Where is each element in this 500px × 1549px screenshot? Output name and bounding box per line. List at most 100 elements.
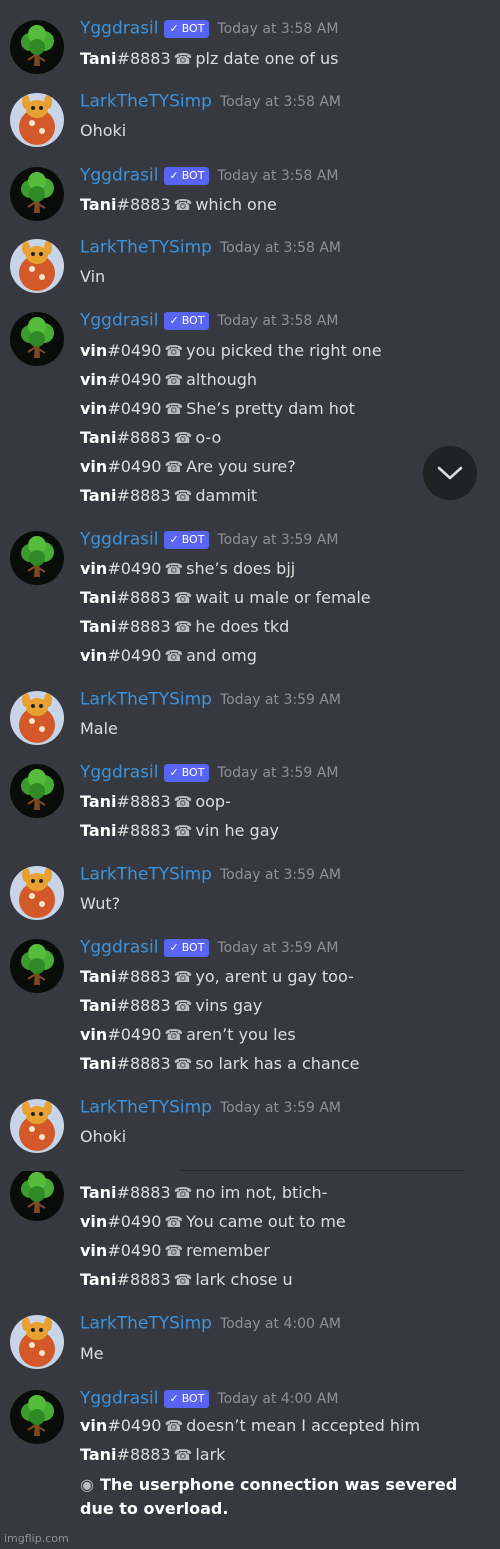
avatar-yggdrasil[interactable] [10,167,64,221]
relayed-username: Tani [80,1054,117,1073]
relayed-username: Tani [80,1183,117,1202]
avatar-yggdrasil[interactable] [10,1390,64,1444]
timestamp: Today at 3:58 AM [217,312,339,329]
message-header: Yggdrasil ✓ BOT Today at 3:59 AM [80,529,338,553]
relayed-discriminator: #8883 [116,617,171,636]
relayed-username: Tani [80,617,117,636]
relayed-discriminator: #0490 [107,1212,162,1231]
username[interactable]: LarkTheTYSimp [80,1314,212,1334]
phone-icon: ☎ [164,560,184,578]
phone-icon: ☎ [164,1213,184,1231]
phone-icon: ☎ [173,822,193,840]
avatar-yggdrasil[interactable] [10,312,64,366]
relayed-username: vin [80,646,108,665]
bot-badge: ✓ BOT [164,530,210,549]
timestamp: Today at 3:58 AM [219,93,341,110]
avatar-yggdrasil[interactable] [10,20,64,74]
phone-icon: ☎ [164,371,184,389]
username[interactable]: Yggdrasil [80,19,158,39]
relayed-text: Are you sure? [186,457,296,476]
relayed-text: lark chose u [195,1270,293,1289]
relayed-discriminator: #8883 [116,1054,171,1073]
relayed-discriminator: #8883 [116,1183,171,1202]
avatar-lark[interactable] [10,93,64,147]
username[interactable]: LarkTheTYSimp [80,865,212,885]
message-header: Yggdrasil ✓ BOT Today at 3:59 AM [80,762,338,786]
phone-icon: ☎ [164,458,184,476]
bot-badge: ✓ BOT [164,19,210,38]
message-header: Yggdrasil ✓ BOT Today at 4:00 AM [80,1388,338,1412]
relayed-username: Tani [80,821,117,840]
phone-icon: ☎ [164,400,184,418]
relayed-discriminator: #0490 [107,1025,162,1044]
phone-icon: ☎ [164,1417,184,1435]
verified-check-icon: ✓ [169,168,179,182]
relayed-message: vin#0490 ☎ aren’t you les [80,1024,296,1046]
username[interactable]: Yggdrasil [80,938,158,958]
message-text: Male [80,719,118,738]
timestamp: Today at 3:59 AM [219,866,341,883]
relayed-discriminator: #0490 [107,646,162,665]
relayed-username: vin [80,1212,108,1231]
avatar-yggdrasil[interactable] [10,939,64,993]
username[interactable]: LarkTheTYSimp [80,92,212,112]
system-message: ◉ The userphone connection was severed du… [80,1473,480,1521]
relayed-text: wait u male or female [195,588,371,607]
relayed-message: vin#0490 ☎ remember [80,1240,270,1262]
timestamp: Today at 3:58 AM [217,167,339,184]
avatar-lark[interactable] [10,691,64,745]
avatar-yggdrasil[interactable] [10,531,64,585]
message-header: LarkTheTYSimp Today at 3:58 AM [80,91,341,115]
relayed-username: Tani [80,486,117,505]
relayed-message: Tani#8883 ☎ lark chose u [80,1269,293,1291]
username[interactable]: Yggdrasil [80,311,158,331]
jump-to-present-button[interactable] [423,446,477,500]
username[interactable]: LarkTheTYSimp [80,1098,212,1118]
relayed-message: Tani#8883 ☎ plz date one of us [80,48,338,70]
bot-badge: ✓ BOT [164,166,210,185]
timestamp: Today at 3:59 AM [219,1099,341,1116]
bot-badge: ✓ BOT [164,1389,210,1408]
message-text: Ohoki [80,121,127,140]
relayed-message: Tani#8883 ☎ no im not, btich- [80,1182,327,1204]
relayed-message: Tani#8883 ☎ he does tkd [80,616,289,638]
relayed-text: doesn’t mean I accepted him [186,1416,421,1435]
relayed-discriminator: #8883 [116,1270,171,1289]
message-header: LarkTheTYSimp Today at 3:59 AM [80,864,341,888]
relayed-username: Tani [80,588,117,607]
avatar-lark[interactable] [10,239,64,293]
relayed-username: Tani [80,1270,117,1289]
relayed-discriminator: #8883 [116,49,171,68]
bot-badge: ✓ BOT [164,763,210,782]
avatar-lark[interactable] [10,1099,64,1153]
watermark: imgflip.com [4,1532,69,1545]
message-text: Vin [80,267,106,286]
avatar-yggdrasil[interactable] [10,764,64,818]
relayed-text: remember [186,1241,270,1260]
bot-badge-label: BOT [181,21,205,35]
relayed-message: vin#0490 ☎ and omg [80,645,257,667]
relayed-message: vin#0490 ☎ doesn’t mean I accepted him [80,1415,420,1437]
relayed-username: vin [80,559,108,578]
avatar-yggdrasil[interactable] [10,1167,64,1221]
username[interactable]: Yggdrasil [80,166,158,186]
timestamp: Today at 3:59 AM [217,939,339,956]
avatar-lark[interactable] [10,866,64,920]
message-header: LarkTheTYSimp Today at 3:59 AM [80,1097,341,1121]
username[interactable]: Yggdrasil [80,1389,158,1409]
relayed-discriminator: #8883 [116,1445,171,1464]
relayed-username: vin [80,370,108,389]
relayed-discriminator: #0490 [107,341,162,360]
avatar-lark[interactable] [10,1315,64,1369]
relayed-message: Tani#8883 ☎ vins gay [80,995,262,1017]
relayed-text: o-o [195,428,222,447]
verified-check-icon: ✓ [169,765,179,779]
username[interactable]: LarkTheTYSimp [80,238,212,258]
username[interactable]: Yggdrasil [80,530,158,550]
relayed-text: plz date one of us [195,49,339,68]
username[interactable]: LarkTheTYSimp [80,690,212,710]
relayed-text: although [186,370,258,389]
relayed-username: vin [80,341,108,360]
username[interactable]: Yggdrasil [80,763,158,783]
verified-check-icon: ✓ [169,940,179,954]
